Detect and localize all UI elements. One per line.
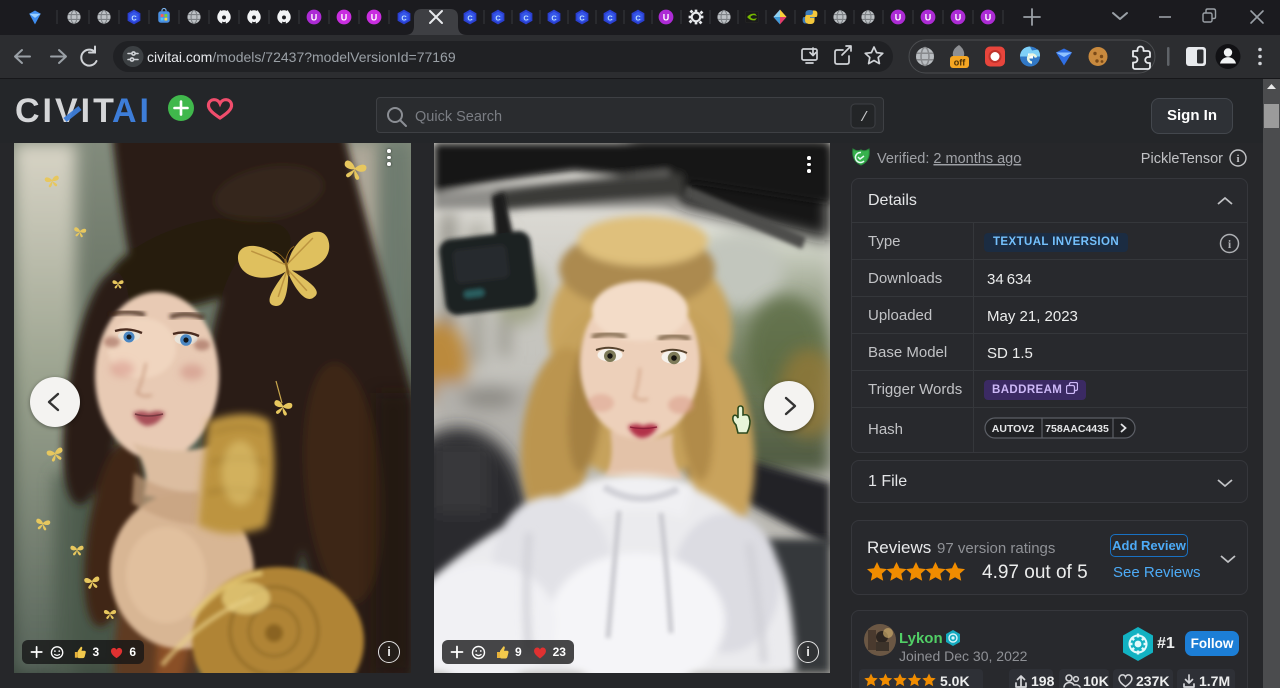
- svg-text:Quick Search: Quick Search: [415, 109, 502, 125]
- svg-text:758AAC4435: 758AAC4435: [1045, 423, 1109, 435]
- svg-text:CIVIT: CIVIT: [15, 92, 117, 130]
- svg-text:i: i: [1228, 237, 1232, 251]
- svg-text:AUTOV2: AUTOV2: [992, 423, 1035, 435]
- svg-text:civitai.com: civitai.com: [147, 49, 212, 65]
- svg-text:/models/72437?modelVersionId=7: /models/72437?modelVersionId=77169: [212, 49, 455, 65]
- svg-text:PickleTensor: PickleTensor: [1141, 151, 1223, 167]
- svg-text:off: off: [954, 58, 966, 68]
- svg-text:AI: AI: [112, 92, 152, 130]
- svg-text:Verified: 2 months ago: Verified: 2 months ago: [877, 151, 1021, 167]
- svg-text:i: i: [1236, 153, 1239, 165]
- svg-text:/: /: [860, 110, 868, 126]
